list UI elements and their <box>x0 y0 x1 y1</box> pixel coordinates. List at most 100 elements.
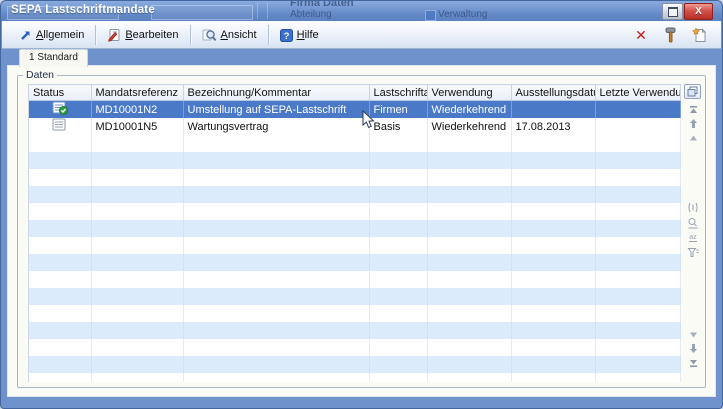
table-body: MD10001N2 Umstellung auf SEPA-Lastschrif… <box>29 101 681 383</box>
verwaltung-icon <box>425 10 436 21</box>
title-bar[interactable]: Firma Daten Abteilung Verwaltung SEPA La… <box>1 1 722 21</box>
help-icon: ? <box>280 29 293 42</box>
restore-window-button[interactable] <box>662 3 683 20</box>
background-label-verwaltung: Verwaltung <box>438 9 487 20</box>
ausstellungsdatum-cell <box>511 101 595 119</box>
table-row-empty <box>29 169 681 186</box>
ansicht-label: Ansicht <box>221 29 257 41</box>
copy-grid-icon <box>687 86 698 97</box>
toolbar-separator <box>190 25 191 45</box>
table-row-empty <box>29 339 681 356</box>
status-cell <box>29 118 91 135</box>
table-row-empty <box>29 356 681 373</box>
table-row-empty <box>29 135 681 152</box>
table-row-empty <box>29 186 681 203</box>
column-width-icon[interactable] <box>686 202 700 213</box>
lastschriftart-cell: Basis <box>369 118 427 135</box>
table-side-strip: az <box>683 84 703 382</box>
svg-text:?: ? <box>283 31 289 42</box>
jump-to-top-icon[interactable] <box>686 104 700 115</box>
bearbeiten-button[interactable]: Bearbeiten <box>100 23 185 47</box>
table-row-empty <box>29 152 681 169</box>
lastschriftart-cell: Firmen <box>369 101 427 119</box>
status-cell <box>29 101 91 119</box>
hammer-icon <box>663 27 678 43</box>
tools-button[interactable] <box>660 25 680 45</box>
table-row-empty <box>29 305 681 322</box>
mandate-table: Status Mandatsreferenz Bezeichnung/Komme… <box>28 84 681 382</box>
mandate-confirmed-icon <box>52 101 68 115</box>
sepa-mandate-window: Firma Daten Abteilung Verwaltung SEPA La… <box>0 0 723 409</box>
mandatsreferenz-cell: MD10001N2 <box>91 101 183 119</box>
scroll-up-icon[interactable] <box>686 118 700 129</box>
step-up-icon[interactable] <box>686 132 700 143</box>
table-row-empty <box>29 203 681 220</box>
bezeichnung-cell: Wartungsvertrag <box>183 118 369 135</box>
content-panel: Daten Status Mandatsreferenz Bezeichnung… <box>7 65 716 397</box>
allgemein-button[interactable]: Allgemein <box>12 23 91 47</box>
table-row-empty <box>29 254 681 271</box>
letzte-verwendung-cell <box>595 118 681 135</box>
hilfe-button[interactable]: ? Hilfe <box>273 23 326 47</box>
tab-standard-label: 1 Standard <box>29 52 78 63</box>
magnifier-icon <box>202 28 217 42</box>
search-icon[interactable] <box>686 217 700 228</box>
verwendung-cell: Wiederkehrend <box>427 101 511 119</box>
verwendung-cell: Wiederkehrend <box>427 118 511 135</box>
background-input-outline <box>151 5 253 20</box>
background-label-abteilung: Abteilung <box>290 9 332 20</box>
hilfe-label: Hilfe <box>297 29 319 41</box>
ansicht-button[interactable]: Ansicht <box>195 23 264 47</box>
filter-icon[interactable] <box>686 247 700 258</box>
bezeichnung-cell: Umstellung auf SEPA-Lastschrift <box>183 101 369 119</box>
delete-x-icon: ✕ <box>635 28 647 42</box>
main-toolbar: Allgemein Bearbeiten Ansicht <box>2 21 721 49</box>
table-row-selected[interactable]: MD10001N2 Umstellung auf SEPA-Lastschrif… <box>29 101 681 119</box>
table-header-row: Status Mandatsreferenz Bezeichnung/Komme… <box>29 85 681 101</box>
table-row-empty <box>29 373 681 382</box>
edit-document-icon <box>107 28 121 42</box>
delete-button[interactable]: ✕ <box>631 25 651 45</box>
toolbar-separator <box>268 25 269 45</box>
scroll-down-icon[interactable] <box>686 343 700 354</box>
jump-to-bottom-icon[interactable] <box>686 357 700 368</box>
restore-window-icon <box>668 7 678 17</box>
column-header-mandatsreferenz[interactable]: Mandatsreferenz <box>91 85 183 101</box>
window-title: SEPA Lastschriftmandate <box>11 4 155 16</box>
background-divider <box>257 3 258 19</box>
column-header-lastschriftart[interactable]: Lastschriftart <box>369 85 427 101</box>
daten-groupbox: Daten Status Mandatsreferenz Bezeichnung… <box>17 75 706 388</box>
daten-groupbox-label: Daten <box>23 69 57 81</box>
background-divider <box>267 3 268 19</box>
mandatsreferenz-cell: MD10001N5 <box>91 118 183 135</box>
new-document-icon <box>692 27 707 43</box>
column-header-status[interactable]: Status <box>29 85 91 101</box>
sort-az-icon[interactable]: az <box>686 232 700 243</box>
close-icon: X <box>695 6 702 17</box>
table-row-empty <box>29 322 681 339</box>
allgemein-label: Allgemein <box>36 29 84 41</box>
copy-table-button[interactable] <box>684 84 701 99</box>
table-row-empty <box>29 237 681 254</box>
close-window-button[interactable]: X <box>684 3 713 20</box>
toolbar-separator <box>95 25 96 45</box>
column-header-bezeichnung[interactable]: Bezeichnung/Kommentar <box>183 85 369 101</box>
svg-text:az: az <box>689 234 697 241</box>
table-row[interactable]: MD10001N5 Wartungsvertrag Basis Wiederke… <box>29 118 681 135</box>
table-row-empty <box>29 271 681 288</box>
background-window-header: Firma Daten <box>290 1 354 9</box>
letzte-verwendung-cell <box>595 101 681 119</box>
column-header-ausstellungsdatum[interactable]: Ausstellungsdatum <box>511 85 595 101</box>
toolbar-right-icons: ✕ <box>631 25 709 45</box>
mandate-plain-icon <box>52 118 68 132</box>
bearbeiten-label: Bearbeiten <box>125 29 178 41</box>
table-row-empty <box>29 220 681 237</box>
tab-standard[interactable]: 1 Standard <box>19 49 88 67</box>
table-row-empty <box>29 288 681 305</box>
column-header-verwendung[interactable]: Verwendung <box>427 85 511 101</box>
column-header-letzte-verwendung[interactable]: Letzte Verwendung <box>595 85 681 101</box>
arrow-up-right-icon <box>19 29 32 42</box>
step-down-icon[interactable] <box>686 329 700 340</box>
new-document-button[interactable] <box>689 25 709 45</box>
ausstellungsdatum-cell: 17.08.2013 <box>511 118 595 135</box>
